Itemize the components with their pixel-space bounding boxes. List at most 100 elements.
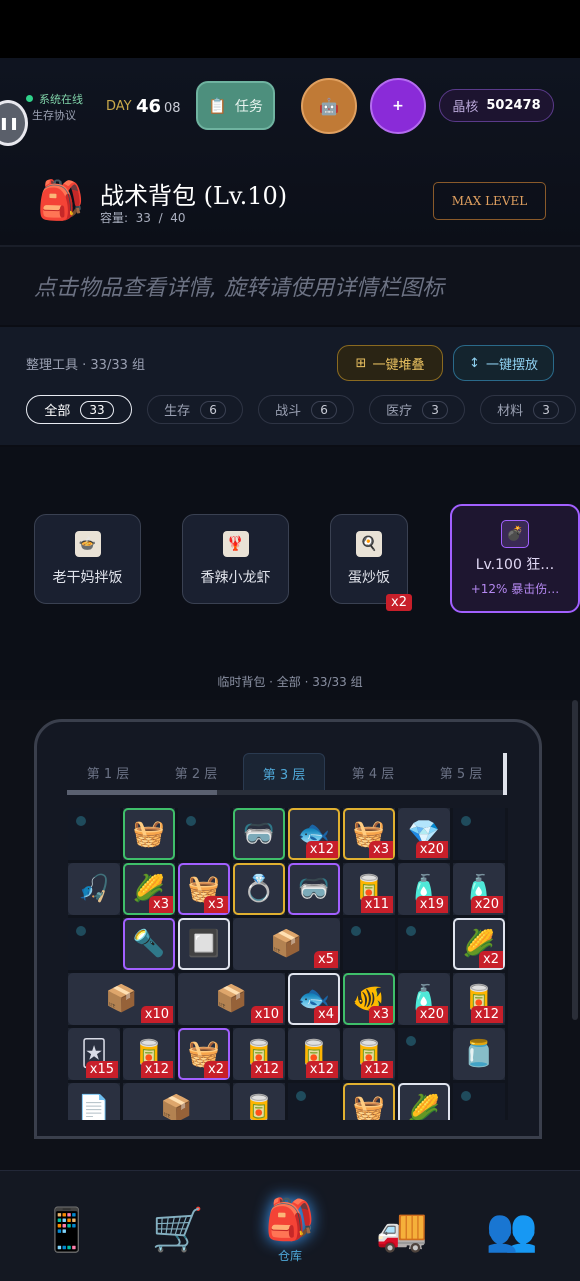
skill-card[interactable]: 💣 Lv.100 狂… +12% 暴击伤… bbox=[450, 504, 580, 613]
inventory-item[interactable]: 🥫 x12 bbox=[233, 1028, 285, 1080]
inventory-item[interactable]: 🧺 bbox=[343, 1083, 395, 1120]
inventory-item[interactable]: 🔲 bbox=[178, 918, 230, 970]
tab-layer-4[interactable]: 第 4 层 bbox=[331, 753, 415, 791]
inventory-item[interactable]: 🧴 x19 bbox=[398, 863, 450, 915]
temp-item-label: 香辣小龙虾 bbox=[200, 570, 271, 586]
day-number: 46 bbox=[136, 96, 162, 117]
inventory-item[interactable]: 🐟 x4 bbox=[288, 973, 340, 1025]
tab-layer-3[interactable]: 第 3 层 bbox=[243, 753, 325, 793]
grid-slot[interactable] bbox=[453, 808, 505, 860]
layer-scroll-thumb[interactable] bbox=[67, 790, 217, 795]
task-button[interactable]: 📋 任务 bbox=[196, 81, 275, 130]
inventory-item[interactable]: 🌽 bbox=[398, 1083, 450, 1120]
robot-button[interactable]: 🤖 bbox=[301, 78, 357, 134]
filter-chip-all[interactable]: 全部 33 bbox=[26, 395, 132, 424]
temp-item-card[interactable]: 🍲 老干妈拌饭 bbox=[34, 514, 141, 604]
tomato-basket-icon: 🧺 bbox=[352, 1094, 386, 1120]
inventory-item[interactable]: 💍 bbox=[233, 863, 285, 915]
corn-basket-icon: 🌽 bbox=[407, 1094, 441, 1120]
inventory-item[interactable]: 🧴 x20 bbox=[398, 973, 450, 1025]
grenade-icon: 💣 bbox=[501, 520, 529, 548]
grid-slot[interactable] bbox=[178, 808, 230, 860]
inventory-item[interactable]: 📦 x10 bbox=[178, 973, 285, 1025]
slot-dot bbox=[406, 926, 416, 936]
soda-can-icon: 🥫 bbox=[242, 1094, 276, 1120]
grid-slot[interactable] bbox=[453, 1083, 505, 1120]
crayfish-icon: 🦞 bbox=[222, 531, 249, 557]
ring-icon: 💍 bbox=[242, 874, 276, 904]
nav-item-cart[interactable]: 🛒 bbox=[138, 1190, 218, 1270]
filter-chip-medical[interactable]: 医疗 3 bbox=[369, 395, 465, 424]
inventory-item[interactable]: 🐟 x12 bbox=[288, 808, 340, 860]
inventory-item[interactable]: 🌽 x2 bbox=[453, 918, 505, 970]
auto-place-button[interactable]: ↕ 一键摆放 bbox=[453, 345, 554, 381]
inventory-item[interactable]: 🥽 bbox=[233, 808, 285, 860]
inventory-item[interactable]: 🧺 x3 bbox=[343, 808, 395, 860]
capacity-text: 容量: 33 / 40 bbox=[100, 211, 186, 225]
filter-chip-combat[interactable]: 战斗 6 bbox=[258, 395, 354, 424]
inventory-item[interactable]: 🧺 bbox=[123, 808, 175, 860]
nav-item-friends[interactable]: 👥 bbox=[472, 1190, 552, 1270]
inventory-item[interactable]: 🥫 x12 bbox=[288, 1028, 340, 1080]
auto-place-label: 一键摆放 bbox=[485, 357, 538, 373]
fried-rice-icon: 🍳 bbox=[356, 531, 382, 557]
page-scrollbar[interactable] bbox=[572, 700, 578, 1020]
inventory-item[interactable]: 📄 bbox=[68, 1083, 120, 1120]
inventory-item[interactable]: 🥫 x12 bbox=[123, 1028, 175, 1080]
inventory-item[interactable]: 🧺 x2 bbox=[178, 1028, 230, 1080]
inventory-item[interactable]: 🧴 x20 bbox=[453, 863, 505, 915]
grid-slot[interactable] bbox=[398, 1028, 450, 1080]
inventory-item[interactable]: 🥫 x12 bbox=[343, 1028, 395, 1080]
inventory-item[interactable]: 🐠 x3 bbox=[343, 973, 395, 1025]
grid-slot[interactable] bbox=[68, 808, 120, 860]
temp-bag-caption: 临时背包 · 全部 · 33/33 组 bbox=[217, 675, 363, 689]
backpack-icon: 🎒 bbox=[265, 1197, 315, 1243]
inventory-grid: 🧺 🥽 🐟 x12 🧺 x3 💎 x20 🎣 🌽 x3 🧺 x3 💍 🥽 🥫 x11 🧴 x19 🧴 x20 🔦 🔲 📦 x5 🌽… bbox=[68, 808, 508, 1120]
protocol-text: 生存协议 bbox=[32, 109, 76, 122]
filter-chip-survival[interactable]: 生存 6 bbox=[147, 395, 243, 424]
backpack-icon: 🎒 bbox=[37, 178, 85, 222]
tab-layer-5[interactable]: 第 5 层 bbox=[419, 753, 503, 791]
filter-label: 材料 bbox=[497, 404, 524, 419]
nav-item-backpack[interactable]: 🎒 仓库 bbox=[250, 1190, 330, 1270]
inventory-item[interactable]: 🔦 bbox=[123, 918, 175, 970]
inventory-item[interactable]: 🃏 x15 bbox=[68, 1028, 120, 1080]
filter-label: 医疗 bbox=[386, 404, 413, 419]
nav-item-truck[interactable]: 🚚 bbox=[362, 1190, 442, 1270]
slot-dot bbox=[461, 816, 471, 826]
inventory-item[interactable]: 🥫 bbox=[233, 1083, 285, 1120]
quantity-badge: x3 bbox=[204, 896, 228, 913]
grid-slot[interactable] bbox=[398, 918, 450, 970]
slot-dot bbox=[461, 1091, 471, 1101]
grid-slot[interactable] bbox=[288, 1083, 340, 1120]
plus-button[interactable]: + bbox=[370, 78, 426, 134]
nav-item-phone[interactable]: 📱 bbox=[27, 1190, 107, 1270]
filter-chip-materials[interactable]: 材料 3 bbox=[480, 395, 576, 424]
ammo-box-icon: 📦 bbox=[270, 929, 303, 959]
grid-slot[interactable] bbox=[68, 918, 120, 970]
max-level-button[interactable]: MAX LEVEL bbox=[433, 182, 546, 220]
core-currency-pill[interactable]: 晶核 502478 bbox=[439, 89, 554, 122]
inventory-item[interactable]: 📦 x5 bbox=[233, 918, 340, 970]
temp-item-card[interactable]: 🍳 蛋炒饭 bbox=[330, 514, 408, 604]
quantity-badge: x15 bbox=[85, 1061, 118, 1078]
inventory-item[interactable]: 💎 x20 bbox=[398, 808, 450, 860]
inventory-item[interactable]: 📦 bbox=[123, 1083, 230, 1120]
temp-item-card[interactable]: 🦞 香辣小龙虾 bbox=[182, 514, 289, 604]
inventory-item[interactable]: 🌽 x3 bbox=[123, 863, 175, 915]
tomato-basket-icon: 🧺 bbox=[132, 819, 166, 849]
grid-slot[interactable] bbox=[343, 918, 395, 970]
inventory-item[interactable]: 📦 x10 bbox=[68, 973, 175, 1025]
inventory-item[interactable]: 🎣 bbox=[68, 863, 120, 915]
ammo-box-icon: 📦 bbox=[215, 984, 248, 1014]
inventory-item[interactable]: 🥫 x12 bbox=[453, 973, 505, 1025]
inventory-item[interactable]: 🧺 x3 bbox=[178, 863, 230, 915]
tab-layer-1[interactable]: 第 1 层 bbox=[66, 753, 150, 791]
quantity-badge: x3 bbox=[149, 896, 173, 913]
tab-layer-2[interactable]: 第 2 层 bbox=[154, 753, 238, 791]
temp-item-label: 蛋炒饭 bbox=[348, 570, 390, 586]
inventory-item[interactable]: 🥫 x11 bbox=[343, 863, 395, 915]
inventory-item[interactable]: 🫙 bbox=[453, 1028, 505, 1080]
auto-stack-button[interactable]: ⊞ 一键堆叠 bbox=[337, 345, 443, 381]
inventory-item[interactable]: 🥽 bbox=[288, 863, 340, 915]
